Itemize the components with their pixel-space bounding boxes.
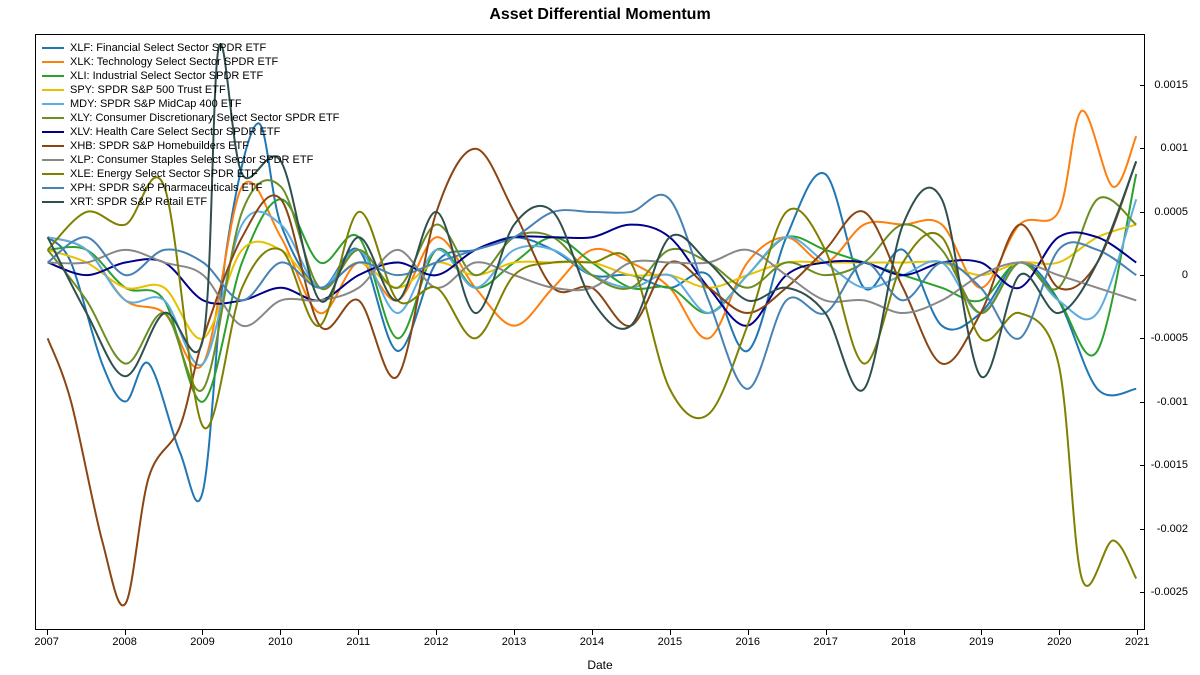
y-tick-label: -0.0015 <box>1151 459 1188 471</box>
legend-item-XLE: XLE: Energy Select Sector SPDR ETF <box>42 167 339 181</box>
y-tick-label: 0 <box>1182 269 1188 281</box>
legend-swatch <box>42 75 64 77</box>
x-tick-label: 2011 <box>346 636 370 648</box>
x-tick-label: 2016 <box>735 636 759 648</box>
x-tick-label: 2014 <box>580 636 604 648</box>
legend-item-MDY: MDY: SPDR S&P MidCap 400 ETF <box>42 97 339 111</box>
x-tick-label: 2019 <box>969 636 993 648</box>
x-tick-mark <box>1059 630 1060 635</box>
x-tick-label: 2012 <box>424 636 448 648</box>
y-tick-mark <box>1140 402 1145 403</box>
legend-label: XLV: Health Care Select Sector SPDR ETF <box>70 125 280 139</box>
y-tick-mark <box>1140 85 1145 86</box>
y-tick-label: -0.002 <box>1157 523 1188 535</box>
y-tick-label: 0.001 <box>1160 142 1188 154</box>
legend-label: XRT: SPDR S&P Retail ETF <box>70 195 207 209</box>
x-tick-mark <box>125 630 126 635</box>
legend-item-XLP: XLP: Consumer Staples Select Sector SPDR… <box>42 153 339 167</box>
legend-item-XLV: XLV: Health Care Select Sector SPDR ETF <box>42 125 339 139</box>
y-tick-label: 0.0005 <box>1154 206 1188 218</box>
x-axis-label: Date <box>0 658 1200 672</box>
y-tick-label: -0.0005 <box>1151 332 1188 344</box>
y-tick-label: 0.0015 <box>1154 79 1188 91</box>
legend-swatch <box>42 89 64 91</box>
legend-label: XLY: Consumer Discretionary Select Secto… <box>70 111 339 125</box>
legend-item-XPH: XPH: SPDR S&P Pharmaceuticals ETF <box>42 181 339 195</box>
y-tick-mark <box>1140 338 1145 339</box>
x-tick-mark <box>1137 630 1138 635</box>
plot-area: XLF: Financial Select Sector SPDR ETFXLK… <box>35 34 1145 630</box>
x-tick-mark <box>826 630 827 635</box>
y-tick-mark <box>1140 529 1145 530</box>
legend-swatch <box>42 117 64 119</box>
legend-item-XLY: XLY: Consumer Discretionary Select Secto… <box>42 111 339 125</box>
legend-item-XLK: XLK: Technology Select Sector SPDR ETF <box>42 55 339 69</box>
legend-swatch <box>42 159 64 161</box>
legend: XLF: Financial Select Sector SPDR ETFXLK… <box>42 41 339 209</box>
x-tick-label: 2018 <box>891 636 915 648</box>
legend-swatch <box>42 103 64 105</box>
x-tick-mark <box>748 630 749 635</box>
chart-title: Asset Differential Momentum <box>0 6 1200 24</box>
y-tick-mark <box>1140 465 1145 466</box>
y-tick-label: -0.0025 <box>1151 586 1188 598</box>
x-tick-mark <box>280 630 281 635</box>
legend-label: SPY: SPDR S&P 500 Trust ETF <box>70 83 226 97</box>
x-tick-mark <box>358 630 359 635</box>
legend-label: XLK: Technology Select Sector SPDR ETF <box>70 55 278 69</box>
x-tick-mark <box>981 630 982 635</box>
y-tick-mark <box>1140 212 1145 213</box>
legend-item-XLF: XLF: Financial Select Sector SPDR ETF <box>42 41 339 55</box>
x-tick-label: 2008 <box>112 636 136 648</box>
x-tick-label: 2007 <box>34 636 58 648</box>
x-tick-label: 2010 <box>268 636 292 648</box>
legend-swatch <box>42 187 64 189</box>
y-tick-mark <box>1140 592 1145 593</box>
legend-item-XLI: XLI: Industrial Select Sector SPDR ETF <box>42 69 339 83</box>
legend-item-SPY: SPY: SPDR S&P 500 Trust ETF <box>42 83 339 97</box>
legend-swatch <box>42 61 64 63</box>
y-tick-mark <box>1140 148 1145 149</box>
x-tick-label: 2020 <box>1047 636 1071 648</box>
legend-swatch <box>42 47 64 49</box>
legend-label: XLE: Energy Select Sector SPDR ETF <box>70 167 258 181</box>
x-tick-mark <box>592 630 593 635</box>
x-tick-mark <box>202 630 203 635</box>
x-tick-label: 2021 <box>1125 636 1149 648</box>
x-tick-mark <box>47 630 48 635</box>
x-tick-mark <box>436 630 437 635</box>
y-tick-mark <box>1140 275 1145 276</box>
y-tick-label: -0.001 <box>1157 396 1188 408</box>
x-tick-mark <box>670 630 671 635</box>
legend-swatch <box>42 145 64 147</box>
x-tick-label: 2013 <box>502 636 526 648</box>
x-tick-label: 2015 <box>658 636 682 648</box>
legend-label: XLI: Industrial Select Sector SPDR ETF <box>70 69 263 83</box>
x-tick-label: 2009 <box>190 636 214 648</box>
legend-label: MDY: SPDR S&P MidCap 400 ETF <box>70 97 242 111</box>
legend-swatch <box>42 201 64 203</box>
x-tick-mark <box>904 630 905 635</box>
legend-label: XLF: Financial Select Sector SPDR ETF <box>70 41 266 55</box>
legend-item-XRT: XRT: SPDR S&P Retail ETF <box>42 195 339 209</box>
legend-label: XLP: Consumer Staples Select Sector SPDR… <box>70 153 313 167</box>
x-tick-mark <box>514 630 515 635</box>
x-tick-label: 2017 <box>813 636 837 648</box>
legend-label: XHB: SPDR S&P Homebuilders ETF <box>70 139 249 153</box>
legend-label: XPH: SPDR S&P Pharmaceuticals ETF <box>70 181 262 195</box>
legend-swatch <box>42 131 64 133</box>
legend-swatch <box>42 173 64 175</box>
legend-item-XHB: XHB: SPDR S&P Homebuilders ETF <box>42 139 339 153</box>
